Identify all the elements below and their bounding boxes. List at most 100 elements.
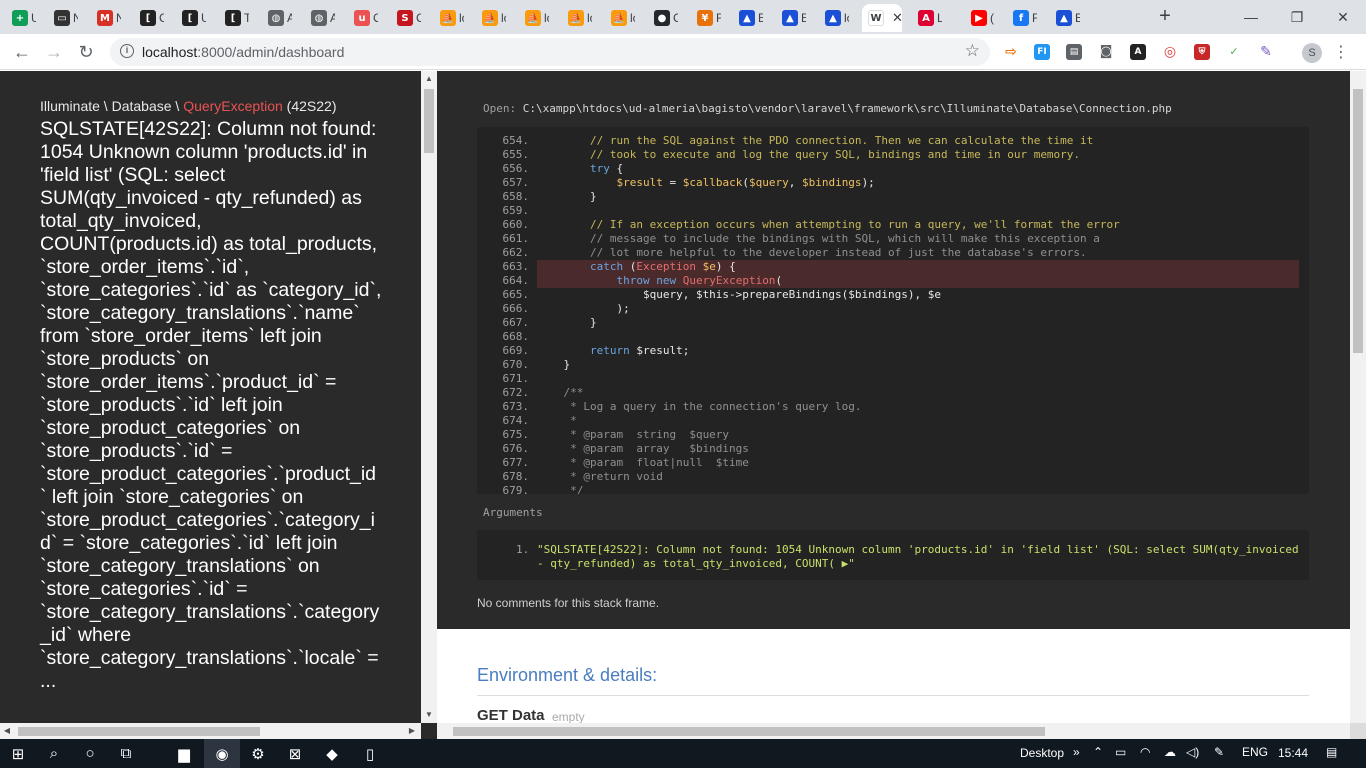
wifi-icon[interactable]: ◠ (1140, 745, 1150, 759)
browser-tab[interactable]: [C (134, 4, 164, 32)
input-language[interactable]: ENG (1242, 745, 1268, 759)
url-text[interactable]: localhost:8000/admin/dashboard (142, 44, 344, 60)
address-bar[interactable]: i localhost:8000/admin/dashboard ☆ (110, 38, 990, 66)
new-tab-button[interactable]: + (1155, 6, 1175, 26)
bag-icon: ▲ (782, 10, 798, 26)
browser-tab[interactable]: ⛵lc (434, 4, 464, 32)
desktop-toolbar-label[interactable]: Desktop (1020, 746, 1064, 760)
battery-icon[interactable]: ▭ (1115, 745, 1126, 759)
task-view-icon[interactable]: ⧉ (108, 739, 144, 768)
xampp-icon[interactable]: ⊠ (277, 739, 313, 768)
bracket-icon: [ (140, 10, 156, 26)
right-horizontal-scrollbar[interactable] (437, 723, 1350, 739)
left-horizontal-scrollbar[interactable]: ◀ ▶ (0, 723, 421, 739)
browser-tab[interactable]: ● C (648, 4, 678, 32)
browser-tab[interactable]: ▲lc (819, 4, 849, 32)
close-window-button[interactable]: ✕ (1320, 4, 1366, 30)
scrollbar-thumb[interactable] (18, 727, 260, 736)
scrollbar-thumb[interactable] (1353, 89, 1363, 353)
tray-chevron[interactable]: » (1073, 745, 1080, 759)
minimize-button[interactable]: — (1228, 4, 1274, 30)
code-line: 660. // If an exception occurs when atte… (477, 218, 1309, 232)
action-center-icon[interactable]: ▤ (1326, 745, 1337, 759)
forward-icon[interactable]: → (42, 40, 66, 64)
scrollbar-thumb[interactable] (424, 89, 434, 153)
browser-tab[interactable]: SC (391, 4, 421, 32)
browser-tab[interactable]: [T (219, 4, 249, 32)
browser-tab[interactable]: WW✕ (862, 4, 903, 32)
browser-tab[interactable]: ▲ E (733, 4, 763, 32)
scroll-right-icon[interactable]: ▶ (405, 723, 419, 739)
extension-a-icon[interactable]: A (1130, 44, 1146, 60)
tab-title: C (159, 11, 164, 25)
extension-reader-icon[interactable]: ▤ (1066, 44, 1082, 60)
browser-tab[interactable]: ⛵lc (562, 4, 592, 32)
argument-value[interactable]: "SQLSTATE[42S22]: Column not found: 1054… (537, 543, 1302, 571)
left-vertical-scrollbar[interactable]: ▲ ▼ (421, 71, 437, 723)
file-explorer-icon[interactable]: ▆ (166, 739, 202, 768)
notepad-icon[interactable]: ▯ (352, 739, 388, 768)
browser-tab[interactable]: ▲ E (776, 4, 806, 32)
back-icon[interactable]: ← (10, 40, 34, 64)
browser-tab[interactable]: uC (348, 4, 378, 32)
extension-camera-icon[interactable]: ◙ (1098, 44, 1114, 60)
extension-arrow-icon[interactable]: ⇨ (1003, 44, 1019, 60)
volume-icon[interactable]: ◁) (1186, 745, 1199, 759)
extension-fi-icon[interactable]: FI (1034, 44, 1050, 60)
right-vertical-scrollbar[interactable] (1350, 71, 1366, 723)
tab-title: C (673, 11, 678, 25)
browser-tab[interactable]: ◍ A (305, 4, 335, 32)
browser-tab[interactable]: ◍ A (262, 4, 292, 32)
extension-lifebuoy-icon[interactable]: ◎ (1162, 44, 1178, 60)
reload-icon[interactable]: ↻ (74, 40, 98, 64)
bookmark-star-icon[interactable]: ☆ (965, 41, 980, 61)
line-number: 678. (502, 470, 530, 483)
exception-panel: Illuminate \ Database \ QueryException (… (0, 71, 421, 723)
browser-tab[interactable]: ⛵lc (519, 4, 549, 32)
line-number: 679. (502, 484, 530, 494)
show-hidden-icons-icon[interactable]: ⌃ (1093, 745, 1103, 759)
browser-tab[interactable]: ¥ F (691, 4, 721, 32)
site-info-icon[interactable]: i (120, 44, 134, 58)
open-file-path[interactable]: Open: C:\xampp\htdocs\ud-almeria\bagisto… (483, 102, 1172, 115)
search-icon[interactable]: ⌕ (36, 739, 72, 768)
browser-tab[interactable]: AL (912, 4, 942, 32)
app-icon[interactable]: ⚙ (240, 739, 276, 768)
line-source: // If an exception occurs when attemptin… (537, 218, 1120, 231)
maximize-button[interactable]: ❐ (1274, 4, 1320, 30)
browser-tab[interactable]: ▲ E (1050, 4, 1080, 32)
close-tab-icon[interactable]: ✕ (892, 10, 903, 26)
browser-tab[interactable]: ▶( (965, 4, 995, 32)
scroll-down-icon[interactable]: ▼ (421, 707, 437, 723)
extension-shield-icon[interactable]: ⛨ (1194, 44, 1210, 60)
browser-tab[interactable]: fF (1007, 4, 1037, 32)
chrome-icon[interactable]: ◉ (204, 739, 240, 768)
browser-tab[interactable]: + U (6, 4, 36, 32)
tab-title: ( (990, 11, 994, 25)
windows-start-icon[interactable]: ⊞ (0, 739, 36, 768)
browser-tab[interactable]: ▭ N (48, 4, 78, 32)
onedrive-icon[interactable]: ☁ (1164, 745, 1176, 759)
code-line: 674. * (477, 414, 1309, 428)
line-number: 663. (502, 260, 530, 273)
vscode-icon[interactable]: ◆ (314, 739, 350, 768)
profile-avatar[interactable]: S (1302, 43, 1322, 63)
browser-tab[interactable]: [U (176, 4, 206, 32)
browser-tab[interactable]: ⛵lc (476, 4, 506, 32)
line-source: // run the SQL against the PDO connectio… (537, 134, 1094, 147)
browser-menu-icon[interactable]: ⋮ (1333, 42, 1349, 62)
code-line: 678. * @return void (477, 470, 1309, 484)
clock[interactable]: 15:44 (1278, 746, 1308, 760)
scrollbar-thumb[interactable] (453, 727, 1045, 736)
code-line: 654. // run the SQL against the PDO conn… (477, 134, 1309, 148)
browser-tab[interactable]: ⛵lc (605, 4, 635, 32)
cortana-icon[interactable]: ○ (72, 739, 108, 768)
extension-pen-icon[interactable]: ✎ (1258, 44, 1274, 60)
phpmyadmin-icon: ⛵ (440, 10, 456, 26)
pen-icon[interactable]: ✎ (1214, 745, 1224, 759)
line-source: * (537, 414, 577, 427)
browser-tab[interactable]: MN (91, 4, 121, 32)
scroll-left-icon[interactable]: ◀ (0, 723, 14, 739)
extension-abc-icon[interactable]: ✓ (1226, 44, 1242, 60)
scroll-up-icon[interactable]: ▲ (421, 71, 437, 87)
